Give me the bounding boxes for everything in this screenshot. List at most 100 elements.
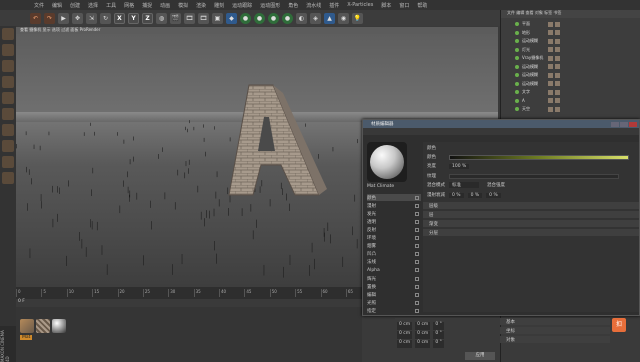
channel-checkbox[interactable] [415,292,419,297]
material-thumb-3[interactable] [52,319,66,333]
tag-icon[interactable] [555,106,560,112]
coord-value[interactable]: 0 ° [433,322,444,330]
uv-icon[interactable] [2,140,14,152]
tag-icon[interactable] [555,98,560,103]
channel-row[interactable]: 烟雾 [367,243,421,250]
channel-checkbox[interactable] [415,276,419,281]
toolbar-tool-1[interactable]: ↷ [44,12,55,24]
coord-value[interactable]: 0 ° [433,331,444,339]
tag-icon[interactable] [555,89,560,95]
channel-row[interactable]: 漫射 [367,202,421,209]
toolbar-tool-5[interactable]: ↻ [100,12,111,24]
channel-row[interactable]: 辉光 [367,275,421,282]
menu-item[interactable]: 选择 [88,2,98,9]
tag-icon[interactable] [548,81,553,86]
tag-icon[interactable] [555,38,560,44]
channel-row[interactable]: 编辑 [367,291,421,298]
minimize-icon[interactable] [611,121,619,127]
channel-row[interactable]: Alpha [367,267,421,274]
channel-checkbox[interactable] [415,195,419,200]
collapsed-section[interactable]: 分层 [423,229,639,236]
channel-checkbox[interactable] [415,252,419,257]
tag-icon[interactable] [548,38,553,44]
object-visibility-icon[interactable] [515,107,519,111]
points-mode-icon[interactable] [2,44,14,56]
menu-item[interactable]: 网格 [124,2,134,9]
object-row[interactable]: 运动模糊 [501,63,640,71]
menu-item[interactable]: 捕捉 [142,2,152,9]
toolbar-tool-16[interactable]: ● [254,12,265,24]
object-visibility-icon[interactable] [515,56,519,60]
object-row[interactable]: 运动模糊 [501,37,640,45]
channel-row[interactable]: 凹凸 [367,251,421,258]
channel-row[interactable]: 反射 [367,226,421,233]
edges-mode-icon[interactable] [2,60,14,72]
object-visibility-icon[interactable] [515,90,519,94]
frame-start[interactable]: 0 F [18,299,25,304]
menu-item[interactable]: 运动跟踪 [232,2,252,9]
tag-icon[interactable] [555,81,560,86]
tag-icon[interactable] [548,21,553,27]
coord-value[interactable]: 0 cm [415,340,431,348]
mix-mode-select[interactable]: 标准 [449,182,479,188]
channel-row[interactable]: 透明 [367,218,421,225]
tag-icon[interactable] [555,30,560,35]
object-visibility-icon[interactable] [515,64,519,69]
lock-icon[interactable] [2,172,14,184]
material-thumb-2[interactable] [36,319,50,333]
menu-item[interactable]: 脚本 [381,2,391,9]
material-preview[interactable] [367,142,407,182]
maximize-icon[interactable] [620,121,628,127]
menu-item[interactable]: X-Particles [347,2,373,8]
toolbar-tool-14[interactable]: ◆ [226,12,237,24]
tag-icon[interactable] [555,47,560,52]
object-visibility-icon[interactable] [515,47,519,52]
toolbar-tool-17[interactable]: ● [268,12,279,24]
tag-icon[interactable] [548,98,553,103]
object-row[interactable]: 运动模糊 [501,71,640,79]
channel-checkbox[interactable] [415,244,419,249]
channel-checkbox[interactable] [415,236,419,240]
tag-icon[interactable] [548,106,553,112]
brightness-value[interactable]: 100 % [449,163,470,169]
object-row[interactable]: A [501,97,640,105]
close-icon[interactable] [629,121,637,127]
channel-checkbox[interactable] [415,219,419,224]
tag-icon[interactable] [555,64,560,69]
toolbar-tool-11[interactable]: 🎞 [184,12,195,24]
object-row[interactable]: Vray摄像机 [501,54,640,62]
channel-checkbox[interactable] [415,227,419,232]
axis-icon[interactable] [2,92,14,104]
model-value-3[interactable]: 0 % [486,192,501,198]
coord-value[interactable]: 0 cm [415,322,431,330]
menu-item[interactable]: 插件 [329,2,339,9]
menu-item[interactable]: 角色 [288,2,298,9]
channel-row[interactable]: 指定 [367,307,421,314]
channel-checkbox[interactable] [415,268,419,273]
channel-row[interactable]: 环境 [367,235,421,242]
menu-item[interactable]: 渲染 [196,2,206,9]
channel-row[interactable]: 颜色 [367,194,421,201]
toolbar-tool-9[interactable]: ◍ [156,12,167,24]
tag-icon[interactable] [548,64,553,69]
toolbar-tool-0[interactable]: ↶ [30,12,41,24]
object-visibility-icon[interactable] [515,39,519,43]
tag-icon[interactable] [548,72,553,78]
snap-icon[interactable] [2,108,14,120]
menu-item[interactable]: 窗口 [399,2,409,9]
toolbar-tool-7[interactable]: Y [128,12,139,24]
object-row[interactable]: 灯光 [501,46,640,54]
attribute-section[interactable]: 基本 [500,318,610,325]
channel-checkbox[interactable] [415,284,419,289]
toolbar-tool-12[interactable]: 🎞 [198,12,209,24]
attribute-section[interactable]: 坐标 [500,327,610,334]
coord-value[interactable]: 0 cm [397,322,413,330]
toolbar-tool-19[interactable]: ◐ [296,12,307,24]
coord-value[interactable]: 0 cm [397,331,413,339]
collapsed-section[interactable]: 渐变 [423,220,639,227]
channel-row[interactable]: 法线 [367,259,421,266]
material-thumb-1[interactable] [20,319,34,333]
menu-item[interactable]: 模拟 [178,2,188,9]
collapsed-section[interactable]: 层 [423,211,639,218]
tag-icon[interactable] [548,47,553,52]
